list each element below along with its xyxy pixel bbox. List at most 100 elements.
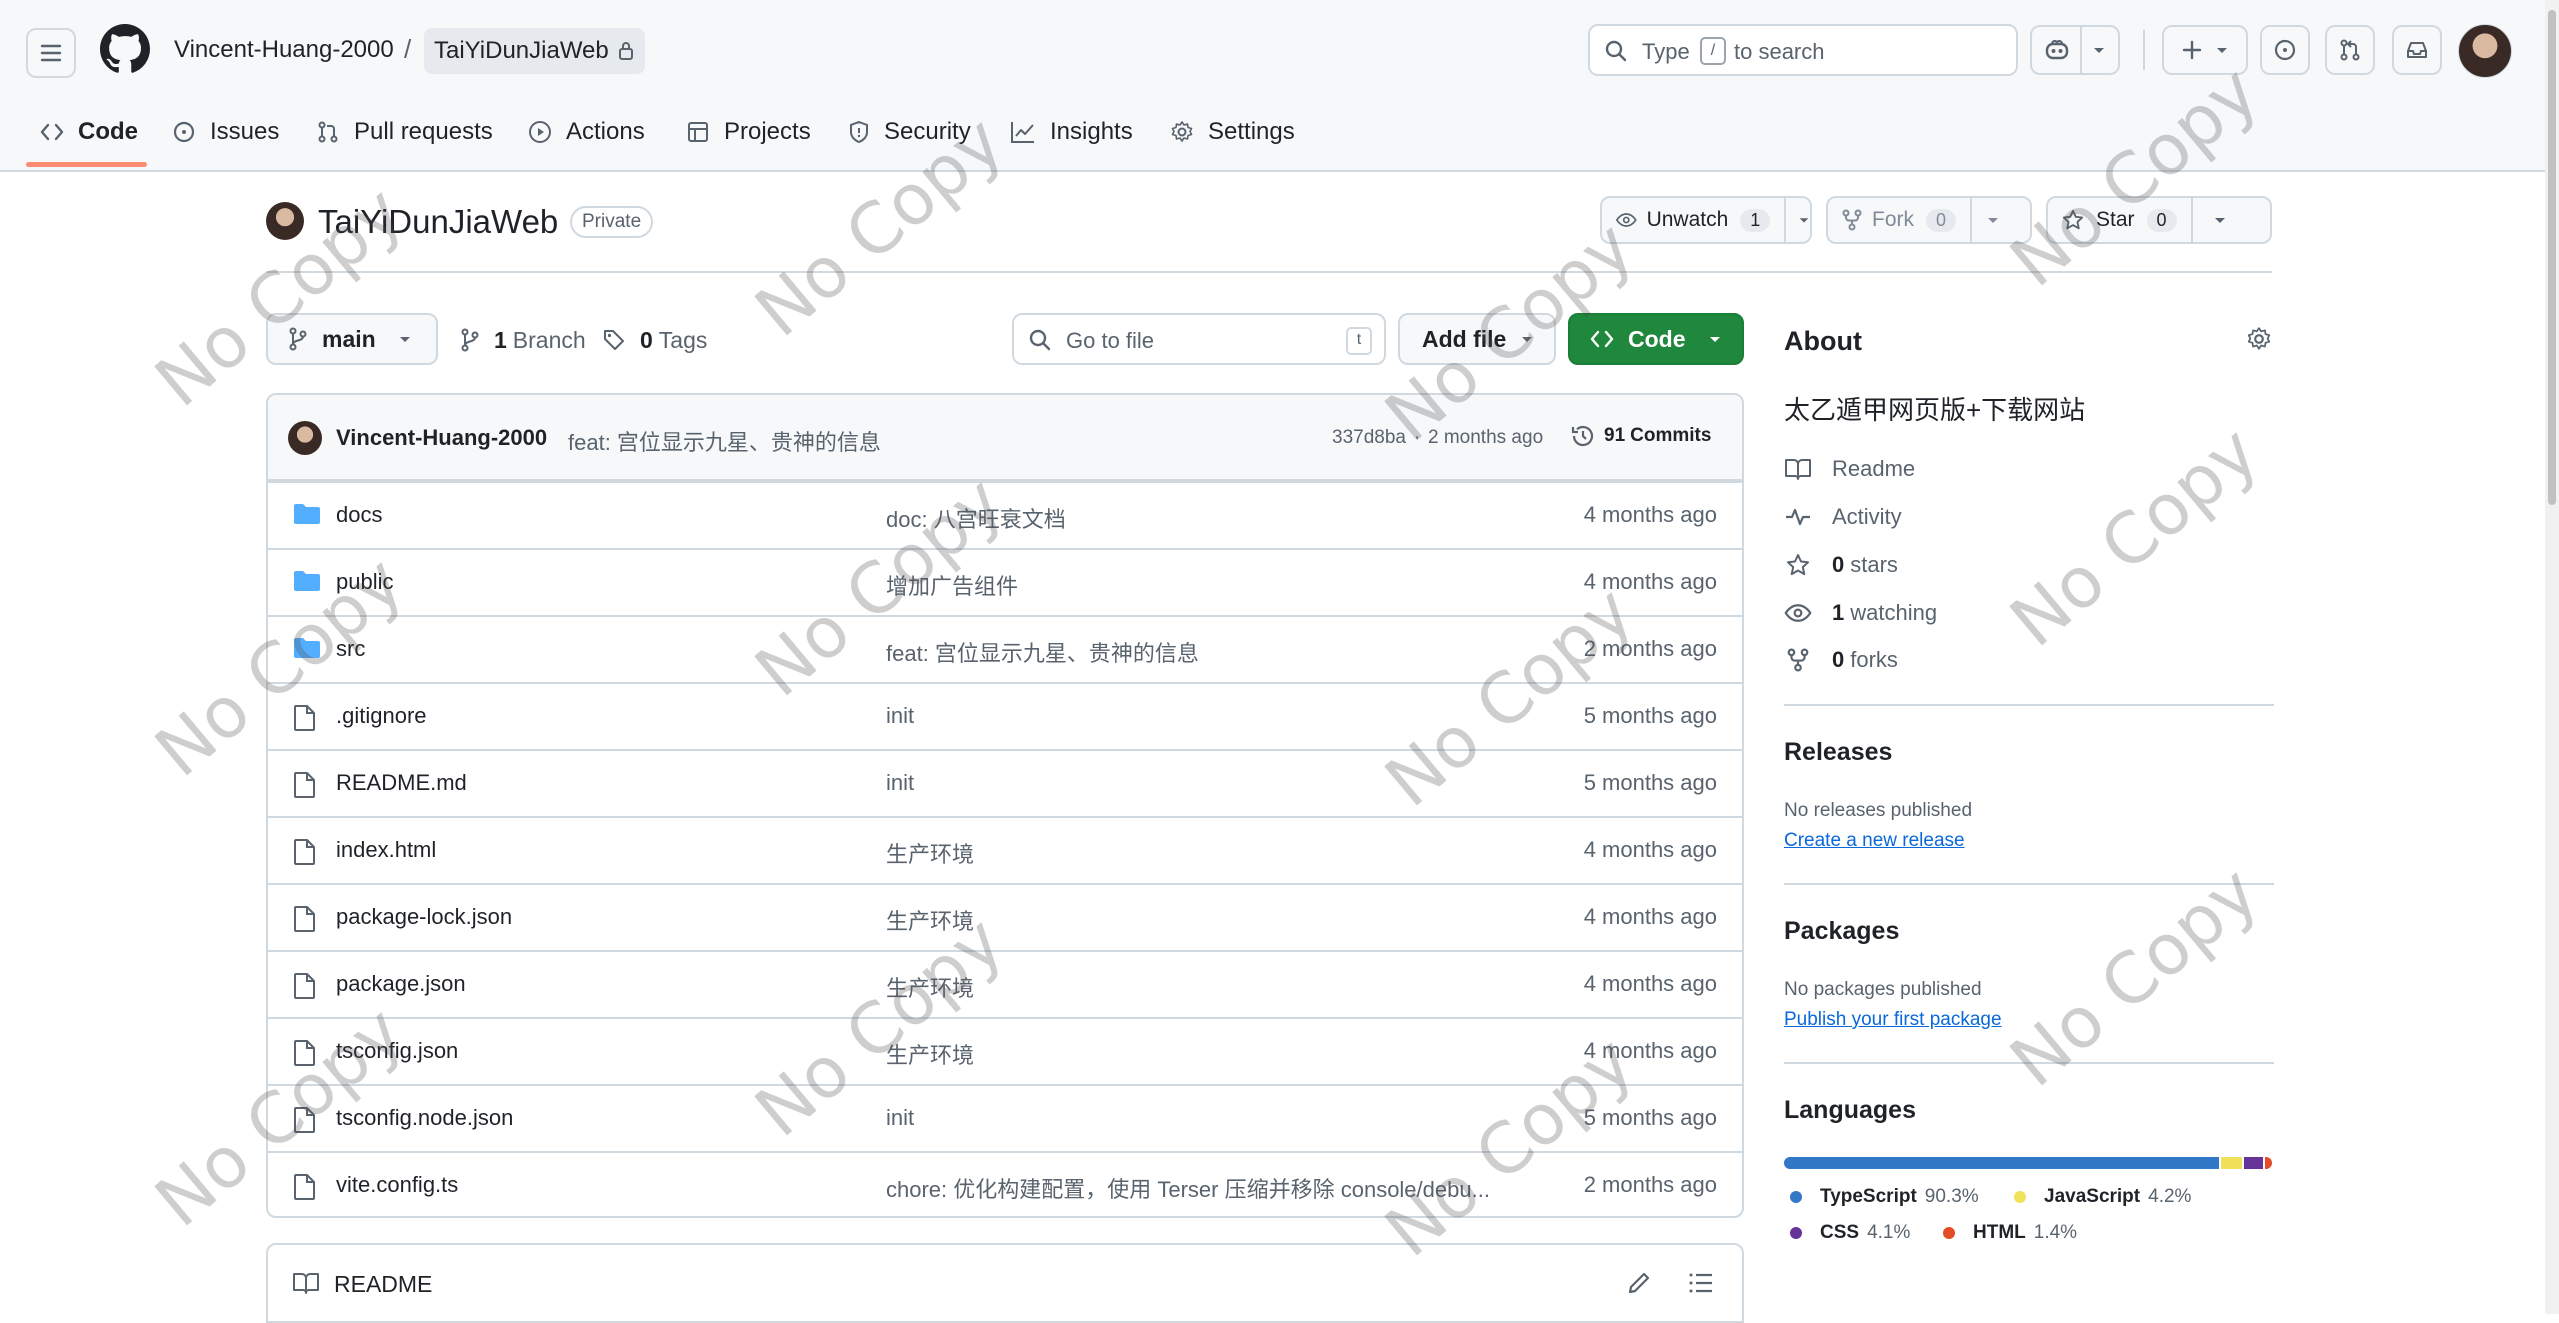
branches-link[interactable]: 1 Branch: [460, 325, 586, 355]
file-commit-message[interactable]: 生产环境: [886, 971, 974, 1003]
activity-link[interactable]: Activity: [1784, 500, 1902, 534]
stars-link[interactable]: 0 stars: [1784, 548, 1898, 582]
readme-label[interactable]: README: [334, 1271, 432, 1298]
file-name[interactable]: docs: [336, 502, 382, 528]
commit-message[interactable]: feat: 宫位显示九星、贵神的信息: [568, 425, 881, 457]
repo-title[interactable]: TaiYiDunJiaWeb: [318, 203, 558, 241]
search-prefix: Type: [1642, 39, 1690, 64]
file-name[interactable]: package-lock.json: [336, 904, 512, 930]
menu-button[interactable]: [26, 28, 76, 78]
file-commit-message[interactable]: 生产环境: [886, 837, 974, 869]
pull-requests-button[interactable]: [2325, 25, 2375, 75]
file-icon: [293, 1039, 317, 1067]
branch-select[interactable]: main: [266, 313, 438, 365]
readme-panel: README: [266, 1243, 1744, 1323]
commits-link[interactable]: 91 Commits: [1570, 423, 1711, 449]
owner-avatar[interactable]: [266, 202, 304, 240]
language-item[interactable]: JavaScript 4.2%: [2014, 1186, 2191, 1208]
tab-code[interactable]: Code: [40, 112, 138, 152]
file-commit-message[interactable]: 增加广告组件: [886, 569, 1018, 601]
file-row[interactable]: tsconfig.node.json init 5 months ago: [268, 1084, 1742, 1151]
file-commit-message[interactable]: 生产环境: [886, 904, 974, 936]
commit-author[interactable]: Vincent-Huang-2000: [336, 425, 547, 451]
github-logo-icon[interactable]: [100, 24, 150, 74]
create-new-button[interactable]: [2162, 25, 2248, 75]
breadcrumb-repo[interactable]: TaiYiDunJiaWeb: [424, 28, 645, 74]
user-avatar[interactable]: [2458, 24, 2512, 78]
inbox-button[interactable]: [2392, 25, 2442, 75]
packages-title[interactable]: Packages: [1784, 917, 1899, 946]
file-row[interactable]: docs doc: 八宫旺衰文档 4 months ago: [268, 481, 1742, 548]
tab-projects[interactable]: Projects: [686, 112, 811, 152]
commit-author-avatar[interactable]: [288, 421, 322, 455]
forks-link[interactable]: 0 forks: [1784, 643, 1898, 677]
star-button[interactable]: Star 0: [2046, 196, 2272, 244]
tab-pull-requests[interactable]: Pull requests: [316, 112, 493, 152]
releases-title[interactable]: Releases: [1784, 738, 1892, 767]
go-to-file-input[interactable]: Go to file t: [1012, 313, 1386, 365]
search-icon: [1029, 329, 1051, 351]
language-bar-segment: [1784, 1157, 2220, 1169]
tab-settings[interactable]: Settings: [1170, 112, 1295, 152]
gear-icon[interactable]: [2246, 326, 2272, 352]
page-scrollbar[interactable]: [2545, 0, 2559, 1314]
file-commit-message[interactable]: init: [886, 1105, 914, 1131]
search-input[interactable]: Type / to search: [1588, 24, 2018, 76]
language-item[interactable]: TypeScript 90.3%: [1790, 1186, 1979, 1208]
file-name[interactable]: public: [336, 569, 393, 595]
file-row[interactable]: public 增加广告组件 4 months ago: [268, 548, 1742, 615]
tab-actions[interactable]: Actions: [528, 112, 645, 152]
file-name[interactable]: index.html: [336, 837, 436, 863]
file-commit-message[interactable]: doc: 八宫旺衰文档: [886, 502, 1066, 534]
file-row[interactable]: tsconfig.json 生产环境 4 months ago: [268, 1017, 1742, 1084]
add-file-button[interactable]: Add file: [1398, 313, 1556, 365]
pulse-icon: [1786, 508, 1810, 526]
file-row[interactable]: src feat: 宫位显示九星、贵神的信息 2 months ago: [268, 615, 1742, 682]
file-name[interactable]: src: [336, 636, 365, 662]
language-bar-segment: [2221, 1157, 2242, 1169]
pencil-icon[interactable]: [1626, 1270, 1652, 1296]
file-row[interactable]: package.json 生产环境 4 months ago: [268, 950, 1742, 1017]
file-name[interactable]: tsconfig.node.json: [336, 1105, 513, 1131]
watching-link[interactable]: 1 watching: [1784, 596, 1937, 630]
file-icon: [293, 1106, 317, 1134]
tab-issues[interactable]: Issues: [172, 112, 279, 152]
file-commit-message[interactable]: init: [886, 770, 914, 796]
file-commit-message[interactable]: feat: 宫位显示九星、贵神的信息: [886, 636, 1199, 668]
create-release-link[interactable]: Create a new release: [1784, 830, 1965, 852]
file-name[interactable]: vite.config.ts: [336, 1172, 458, 1198]
repo-description: 太乙遁甲网页版+下载网站: [1784, 395, 2086, 425]
file-row[interactable]: index.html 生产环境 4 months ago: [268, 816, 1742, 883]
file-row[interactable]: README.md init 5 months ago: [268, 749, 1742, 816]
publish-package-link[interactable]: Publish your first package: [1784, 1009, 2002, 1031]
file-name[interactable]: package.json: [336, 971, 466, 997]
commit-sha[interactable]: 337d8ba: [1332, 427, 1406, 449]
file-name[interactable]: .gitignore: [336, 703, 427, 729]
breadcrumb-owner[interactable]: Vincent-Huang-2000: [174, 36, 394, 64]
file-row[interactable]: vite.config.ts chore: 优化构建配置，使用 Terser 压缩…: [268, 1151, 1742, 1216]
copilot-button[interactable]: [2030, 25, 2120, 75]
file-name[interactable]: README.md: [336, 770, 467, 796]
file-commit-message[interactable]: 生产环境: [886, 1038, 974, 1070]
issues-button[interactable]: [2260, 25, 2310, 75]
unwatch-button[interactable]: Unwatch 1: [1600, 196, 1812, 244]
file-commit-message[interactable]: chore: 优化构建配置，使用 Terser 压缩并移除 console/de…: [886, 1172, 1490, 1204]
fork-button[interactable]: Fork 0: [1826, 196, 2032, 244]
pull-request-icon: [2340, 39, 2360, 61]
file-name[interactable]: tsconfig.json: [336, 1038, 458, 1064]
language-item[interactable]: CSS 4.1%: [1790, 1222, 1910, 1244]
list-icon[interactable]: [1688, 1271, 1714, 1295]
file-row[interactable]: .gitignore init 5 months ago: [268, 682, 1742, 749]
scrollbar-thumb[interactable]: [2548, 10, 2556, 505]
file-commit-message[interactable]: init: [886, 703, 914, 729]
file-row[interactable]: package-lock.json 生产环境 4 months ago: [268, 883, 1742, 950]
tab-projects-label: Projects: [724, 118, 811, 145]
tab-security[interactable]: Security: [848, 112, 971, 152]
code-button[interactable]: Code: [1568, 313, 1744, 365]
tags-link[interactable]: 0 Tags: [602, 325, 707, 355]
tab-insights[interactable]: Insights: [1010, 112, 1133, 152]
language-item[interactable]: HTML 1.4%: [1943, 1222, 2077, 1244]
tag-label: Tags: [658, 326, 708, 353]
readme-link[interactable]: Readme: [1784, 452, 1915, 486]
tag-icon: [604, 330, 624, 350]
